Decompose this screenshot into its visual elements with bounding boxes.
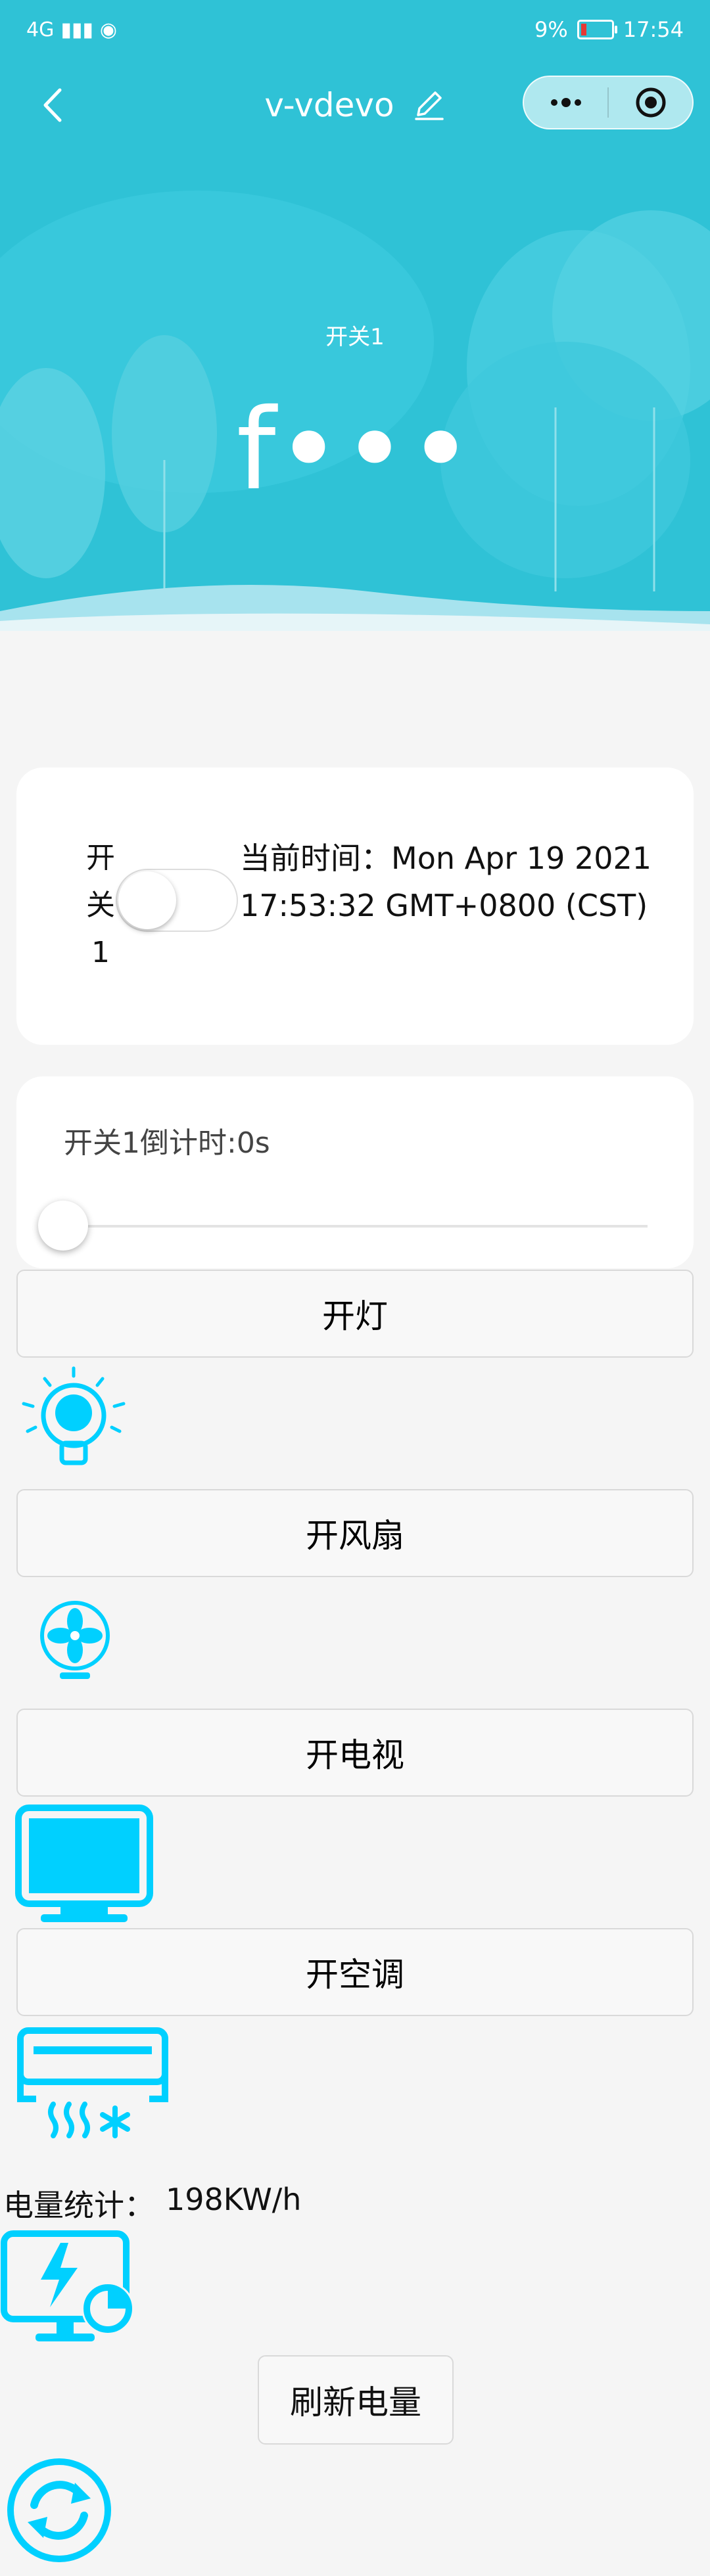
- countdown-label: 开关1倒计时:0s: [64, 1126, 270, 1160]
- target-close-icon: [636, 87, 665, 118]
- toggle-knob: [118, 871, 176, 929]
- status-bar-right: 9% 17:54: [534, 13, 684, 46]
- countdown-slider-handle[interactable]: [38, 1201, 88, 1251]
- current-time-text: 当前时间：Mon Apr 19 2021 17:53:32 GMT+0800 (…: [240, 840, 652, 923]
- more-dots-icon: [550, 98, 581, 107]
- signal-icon: ▮▮▮: [60, 18, 93, 41]
- fan-icon: [40, 1601, 110, 1679]
- power-stats-value: 198KW/h: [166, 2182, 302, 2217]
- hero-switch-name: 开关1: [325, 324, 385, 350]
- countdown-slider-track[interactable]: [66, 1225, 648, 1228]
- switch-toggle[interactable]: [116, 869, 238, 932]
- mini-program-capsule: [523, 76, 694, 129]
- switch-label: 开 关 1: [86, 841, 115, 969]
- close-button[interactable]: [609, 77, 692, 128]
- battery-text: 9%: [534, 17, 568, 42]
- light-bulb-icon: [22, 1366, 126, 1465]
- edit-pencil-icon[interactable]: [413, 89, 446, 122]
- status-bar-left: 4G ▮▮▮ ◉: [26, 13, 117, 46]
- battery-icon: [577, 20, 617, 39]
- countdown-card: [16, 1076, 694, 1268]
- turn-on-light-button[interactable]: 开灯: [16, 1270, 694, 1358]
- clock: 17:54: [623, 17, 684, 42]
- more-button[interactable]: [524, 77, 607, 128]
- power-stats-label: 电量统计：: [3, 2188, 154, 2223]
- monitor-icon: [15, 1805, 153, 1922]
- power-stats-icon: [1, 2230, 134, 2341]
- network-label: 4G: [26, 18, 55, 41]
- hero-value: f•••: [236, 385, 474, 515]
- turn-on-fan-button[interactable]: 开风扇: [16, 1489, 694, 1577]
- turn-on-ac-button[interactable]: 开空调: [16, 1928, 694, 2016]
- turn-on-tv-button[interactable]: 开电视: [16, 1709, 694, 1797]
- air-conditioner-icon: [17, 2027, 168, 2138]
- refresh-icon[interactable]: [7, 2458, 112, 2563]
- refresh-power-button[interactable]: 刷新电量: [258, 2355, 454, 2445]
- page-title: v-vdevo: [264, 86, 394, 124]
- notification-icon: ◉: [99, 18, 118, 41]
